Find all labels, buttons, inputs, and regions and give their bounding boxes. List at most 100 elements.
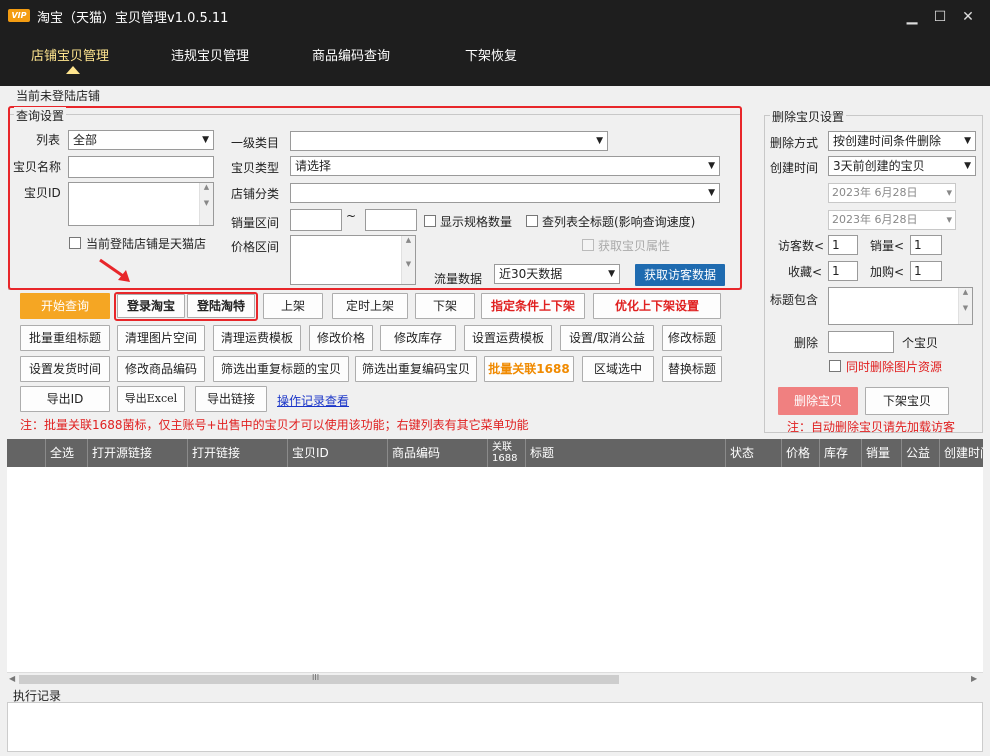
- delete-unit-label: 个宝贝: [902, 336, 939, 350]
- sales-min-input[interactable]: [290, 209, 342, 231]
- cart-input[interactable]: 1: [910, 261, 942, 281]
- date-picker-from[interactable]: 2023年 6月28日 ▾: [828, 183, 956, 203]
- table-hscrollbar[interactable]: ◀ III ▶: [7, 672, 983, 686]
- col-price[interactable]: 价格: [781, 439, 819, 467]
- scroll-left-icon[interactable]: ◀: [9, 674, 15, 683]
- del-sales-label: 销量<: [870, 239, 905, 253]
- login-taobao-button[interactable]: 登录淘宝: [117, 294, 185, 318]
- type-select[interactable]: 请选择 ▼: [290, 156, 720, 176]
- col-link-1688[interactable]: 关联1688: [487, 439, 525, 467]
- tab-shop-items[interactable]: 店铺宝贝管理: [31, 45, 109, 64]
- items-table-body[interactable]: [7, 467, 983, 672]
- minimize-button[interactable]: ▁: [902, 8, 922, 26]
- list-down-button[interactable]: 下架: [415, 293, 475, 319]
- tmall-checkbox[interactable]: [69, 237, 81, 249]
- edit-title-button[interactable]: 修改标题: [662, 325, 722, 351]
- col-create-time[interactable]: 创建时间: [939, 439, 983, 467]
- offshelf-items-button[interactable]: 下架宝贝: [865, 387, 949, 415]
- calendar-chevron-icon: ▾: [946, 213, 952, 226]
- price-textarea-scrollbar[interactable]: ▲ ▼: [401, 236, 415, 284]
- close-button[interactable]: ✕: [958, 8, 978, 26]
- delete-note: 注：自动删除宝贝请先加载访客: [787, 420, 956, 434]
- chevron-down-icon: ▼: [964, 136, 971, 146]
- op-log-link[interactable]: 操作记录查看: [277, 392, 349, 409]
- delete-items-button[interactable]: 删除宝贝: [778, 387, 858, 415]
- dup-title-button[interactable]: 筛选出重复标题的宝贝: [213, 356, 349, 382]
- login-tmall-button[interactable]: 登陆淘特: [187, 294, 255, 318]
- col-title[interactable]: 标题: [525, 439, 725, 467]
- export-excel-button[interactable]: 导出Excel: [117, 386, 185, 412]
- traffic-select-value: 近30天数据: [499, 267, 563, 281]
- title-contains-textarea[interactable]: ▲ ▼: [828, 287, 973, 325]
- log-area[interactable]: [7, 702, 983, 752]
- set-ship-time-button[interactable]: 设置发货时间: [20, 356, 110, 382]
- edit-code-button[interactable]: 修改商品编码: [117, 356, 205, 382]
- shopcat-select[interactable]: ▼: [290, 183, 720, 203]
- tab-offshelf-restore[interactable]: 下架恢复: [465, 45, 517, 64]
- region-select-button[interactable]: 区域选中: [582, 356, 654, 382]
- edit-stock-button[interactable]: 修改库存: [380, 325, 456, 351]
- col-open-source-link[interactable]: 打开源链接: [87, 439, 187, 467]
- scroll-right-icon[interactable]: ▶: [971, 674, 977, 683]
- col-open-link[interactable]: 打开链接: [187, 439, 287, 467]
- cart-label: 加购<: [870, 265, 905, 279]
- charity-toggle-button[interactable]: 设置/取消公益: [560, 325, 654, 351]
- export-id-button[interactable]: 导出ID: [20, 386, 110, 412]
- full-title-checkbox[interactable]: [526, 215, 538, 227]
- col-select-all[interactable]: 全选: [45, 439, 87, 467]
- fav-input[interactable]: 1: [828, 261, 858, 281]
- show-spec-checkbox[interactable]: [424, 215, 436, 227]
- tab-code-query[interactable]: 商品编码查询: [312, 45, 390, 64]
- name-label: 宝贝名称: [13, 160, 62, 174]
- login-status: 当前未登陆店铺: [16, 89, 101, 103]
- cat1-select[interactable]: ▼: [290, 131, 608, 151]
- calendar-chevron-icon: ▾: [946, 186, 952, 199]
- col-sales[interactable]: 销量: [861, 439, 901, 467]
- optimize-updown-button[interactable]: 优化上下架设置: [593, 293, 721, 319]
- active-tab-arrow-icon: [66, 66, 80, 74]
- delete-count-label: 删除: [794, 336, 819, 350]
- delete-method-select[interactable]: 按创建时间条件删除 ▼: [828, 131, 976, 151]
- col-item-code[interactable]: 商品编码: [387, 439, 487, 467]
- id-textarea[interactable]: ▲ ▼: [68, 182, 214, 226]
- col-status[interactable]: 状态: [725, 439, 781, 467]
- clean-freight-button[interactable]: 清理运费模板: [213, 325, 301, 351]
- visitors-input[interactable]: 1: [828, 235, 858, 255]
- get-visitor-button[interactable]: 获取访客数据: [635, 264, 725, 286]
- id-label: 宝贝ID: [24, 186, 61, 200]
- list-up-button[interactable]: 上架: [263, 293, 323, 319]
- col-item-id[interactable]: 宝贝ID: [287, 439, 387, 467]
- title-contains-scrollbar[interactable]: ▲ ▼: [958, 288, 972, 324]
- name-input[interactable]: [68, 156, 214, 178]
- id-textarea-scrollbar[interactable]: ▲ ▼: [199, 183, 213, 225]
- list-select[interactable]: 全部 ▼: [68, 130, 214, 150]
- date-picker-to[interactable]: 2023年 6月28日 ▾: [828, 210, 956, 230]
- traffic-select[interactable]: 近30天数据 ▼: [494, 264, 620, 284]
- del-sales-input[interactable]: 1: [910, 235, 942, 255]
- timed-up-button[interactable]: 定时上架: [332, 293, 408, 319]
- link-1688-button[interactable]: 批量关联1688: [484, 356, 574, 382]
- clean-image-button[interactable]: 清理图片空间: [117, 325, 205, 351]
- start-query-button[interactable]: 开始查询: [20, 293, 110, 319]
- edit-price-button[interactable]: 修改价格: [309, 325, 373, 351]
- delete-count-input[interactable]: [828, 331, 894, 353]
- date-from-value: 2023年 6月28日: [832, 186, 918, 199]
- sales-max-input[interactable]: [365, 209, 417, 231]
- cond-updown-button[interactable]: 指定条件上下架: [481, 293, 585, 319]
- create-time-select[interactable]: 3天前创建的宝贝 ▼: [828, 156, 976, 176]
- export-link-button[interactable]: 导出链接: [195, 386, 267, 412]
- chevron-down-icon: ▼: [708, 161, 715, 171]
- batch-title-button[interactable]: 批量重组标题: [20, 325, 110, 351]
- price-range-textarea[interactable]: ▲ ▼: [290, 235, 416, 285]
- replace-title-button[interactable]: 替换标题: [662, 356, 722, 382]
- type-select-value: 请选择: [295, 159, 332, 173]
- delete-images-checkbox[interactable]: [829, 360, 841, 372]
- set-freight-button[interactable]: 设置运费模板: [464, 325, 552, 351]
- cat1-label: 一级类目: [231, 136, 280, 150]
- tab-violation-items[interactable]: 违规宝贝管理: [171, 45, 249, 64]
- col-stock[interactable]: 库存: [819, 439, 861, 467]
- col-charity[interactable]: 公益: [901, 439, 939, 467]
- dup-code-button[interactable]: 筛选出重复编码宝贝: [355, 356, 477, 382]
- get-attr-checkbox[interactable]: [582, 239, 594, 251]
- maximize-button[interactable]: ☐: [930, 8, 950, 26]
